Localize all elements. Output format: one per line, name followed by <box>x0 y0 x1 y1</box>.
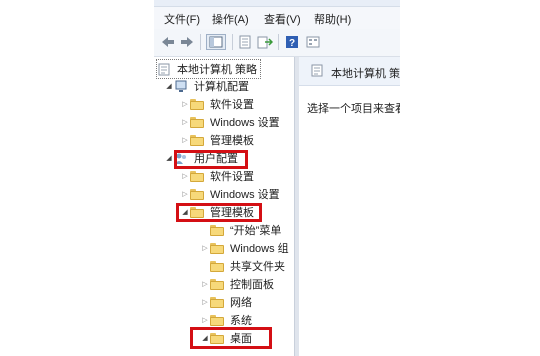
svg-text:?: ? <box>289 38 295 49</box>
folder-icon <box>210 296 224 308</box>
highlight-user-config <box>174 150 248 169</box>
folder-icon <box>190 170 204 182</box>
back-arrow-icon[interactable] <box>160 34 176 50</box>
details-header-title: 本地计算机 策 <box>331 68 400 80</box>
properties-icon[interactable] <box>237 34 253 50</box>
folder-icon <box>190 134 204 146</box>
menu-view[interactable]: 查看(V) <box>264 11 301 27</box>
policy-document-icon <box>311 64 323 80</box>
collapsed-arrow-icon[interactable]: ▷ <box>180 131 190 149</box>
tree-item-windows-components[interactable]: ▷ Windows 组 <box>200 239 289 257</box>
policy-tree: 本地计算机 策略 ◢ 计算机配置 ▷ 软件设置 ▷ Windows 设置 ▷ 管… <box>154 57 294 356</box>
view-icon[interactable] <box>305 34 321 50</box>
expanded-arrow-icon[interactable]: ◢ <box>164 77 174 95</box>
details-pane: 本地计算机 策 选择一个项目来查看 <box>299 57 400 356</box>
export-list-icon[interactable] <box>257 34 273 50</box>
show-hide-tree-icon[interactable] <box>206 34 226 50</box>
menu-action[interactable]: 操作(A) <box>212 11 249 27</box>
highlight-desktop <box>190 327 272 349</box>
collapsed-arrow-icon[interactable]: ▷ <box>180 113 190 131</box>
gpedit-window: 文件(F) 操作(A) 查看(V) 帮助(H) ? 本地计算机 策略 ◢ 计算机… <box>154 0 400 356</box>
collapsed-arrow-icon[interactable]: ▷ <box>200 239 210 257</box>
folder-icon <box>210 278 224 290</box>
folder-icon <box>190 98 204 110</box>
details-header: 本地计算机 策 <box>299 57 400 86</box>
expanded-arrow-icon[interactable]: ◢ <box>164 149 174 167</box>
toolbar: ? <box>154 29 400 57</box>
collapsed-arrow-icon[interactable]: ▷ <box>180 185 190 203</box>
highlight-admin-templates <box>176 203 262 222</box>
tree-item-network[interactable]: ▷ 网络 <box>200 293 252 311</box>
folder-icon <box>210 242 224 254</box>
tree-root-label: 本地计算机 策略 <box>177 64 258 76</box>
collapsed-arrow-icon[interactable]: ▷ <box>180 167 190 185</box>
menu-bar: 文件(F) 操作(A) 查看(V) 帮助(H) <box>154 7 400 29</box>
tree-item-uc-software[interactable]: ▷ 软件设置 <box>180 167 254 185</box>
folder-icon <box>210 260 224 272</box>
tree-item-shared-folders[interactable]: 共享文件夹 <box>200 257 285 275</box>
folder-icon <box>210 224 224 236</box>
tree-item-computer-config[interactable]: ◢ 计算机配置 <box>164 77 249 95</box>
details-hint: 选择一个项目来查看 <box>307 103 400 115</box>
tree-item-start-menu[interactable]: “开始”菜单 <box>200 221 281 239</box>
folder-icon <box>190 116 204 128</box>
title-bar <box>154 0 400 7</box>
menu-file[interactable]: 文件(F) <box>164 11 200 27</box>
folder-icon <box>210 314 224 326</box>
collapsed-arrow-icon[interactable]: ▷ <box>180 95 190 113</box>
computer-icon <box>174 80 188 93</box>
tree-item-cc-software[interactable]: ▷ 软件设置 <box>180 95 254 113</box>
tree-item-cc-windows[interactable]: ▷ Windows 设置 <box>180 113 280 131</box>
menu-help[interactable]: 帮助(H) <box>314 11 351 27</box>
collapsed-arrow-icon[interactable]: ▷ <box>200 293 210 311</box>
help-icon[interactable]: ? <box>284 34 300 50</box>
folder-icon <box>190 188 204 200</box>
tree-item-control-panel[interactable]: ▷ 控制面板 <box>200 275 274 293</box>
collapsed-arrow-icon[interactable]: ▷ <box>200 275 210 293</box>
tree-root[interactable]: 本地计算机 策略 <box>156 59 262 79</box>
tree-item-uc-windows[interactable]: ▷ Windows 设置 <box>180 185 280 203</box>
tree-item-cc-admin[interactable]: ▷ 管理模板 <box>180 131 254 149</box>
policy-document-icon <box>157 63 171 76</box>
forward-arrow-icon[interactable] <box>179 34 195 50</box>
